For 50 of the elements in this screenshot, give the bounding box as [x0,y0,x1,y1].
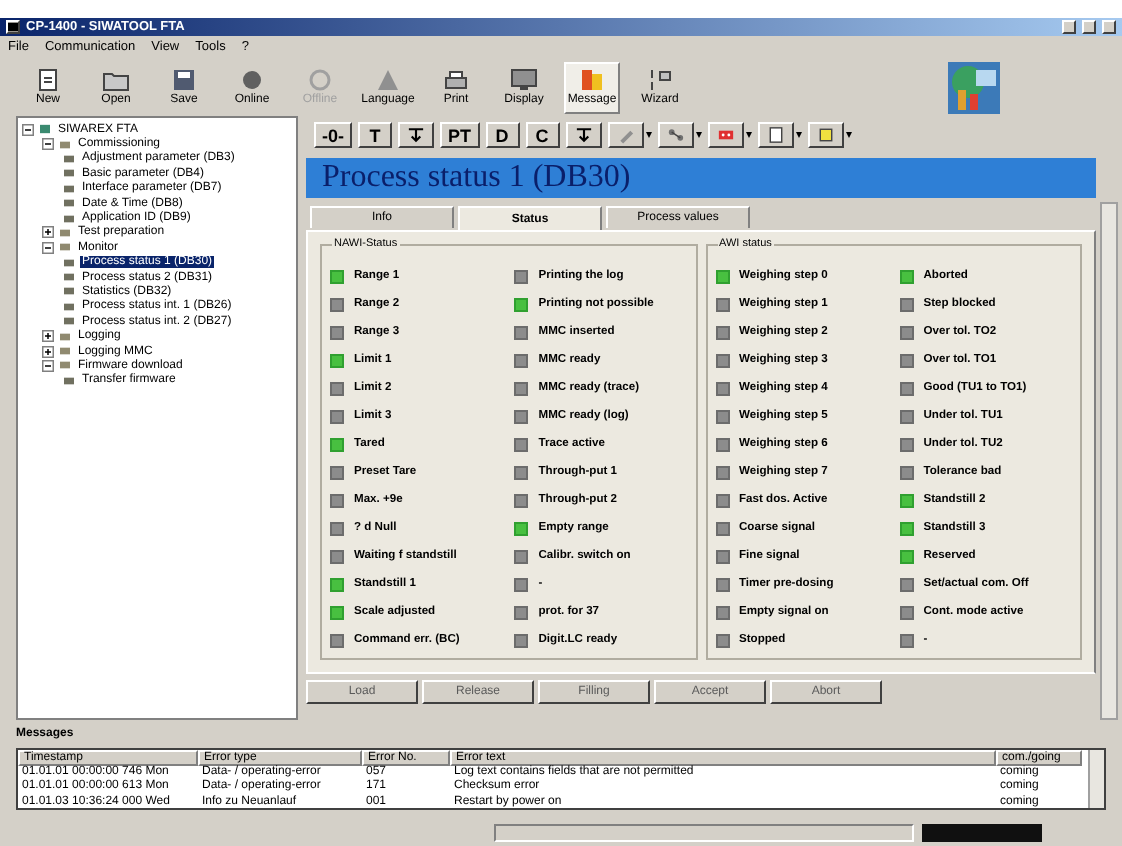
tare-arrow-icon [406,126,426,144]
wizard-icon [646,68,674,92]
maximize-button[interactable] [1082,20,1096,34]
circle-icon [306,68,334,92]
alarm-icon [715,126,736,144]
command-button[interactable] [657,122,694,148]
command-button[interactable]: T [358,122,392,148]
printer-icon [442,68,470,92]
panel-title: Process status 1 (DB30) [306,158,1096,198]
command-button[interactable]: -0- [314,122,352,148]
caret-icon [795,132,802,138]
caret-icon [745,132,752,138]
scrollbar[interactable] [1088,750,1104,808]
network-icon [665,126,686,144]
caret-icon [695,132,702,138]
document-icon [34,68,62,92]
station-icon [38,124,52,135]
folder-icon [102,68,130,92]
status-indicator-panel [922,824,1042,842]
logo-icon [948,61,1000,113]
scrollbar[interactable] [1100,202,1118,720]
caret-icon [845,132,852,138]
command-button[interactable]: D [485,122,520,148]
expand-toggle[interactable] [42,226,54,239]
command-button[interactable] [565,122,602,148]
caret-icon [645,132,652,138]
command-button[interactable] [398,122,434,148]
command-button[interactable] [757,122,794,148]
triangle-icon [374,68,402,92]
close-button[interactable] [1102,20,1116,34]
collapse-toggle[interactable] [42,138,54,151]
command-button[interactable]: C [525,122,560,148]
command-button[interactable] [707,122,744,148]
pen-icon [615,126,636,144]
collapse-toggle[interactable] [22,123,34,136]
command-button[interactable]: PT [440,122,480,148]
collapse-toggle[interactable] [42,241,54,254]
expand-toggle[interactable] [42,345,54,358]
monitor-icon [510,68,538,92]
collapse-toggle[interactable] [42,359,54,372]
square-icon [815,126,836,144]
command-button[interactable] [607,122,644,148]
command-button[interactable] [807,122,844,148]
expand-toggle[interactable] [42,330,54,343]
tare-arrow-icon [573,126,594,144]
minimize-button[interactable] [1062,20,1076,34]
folder-icon [58,139,72,150]
scale-icon [62,375,76,386]
page-icon [765,126,786,144]
message-icon [578,68,606,92]
